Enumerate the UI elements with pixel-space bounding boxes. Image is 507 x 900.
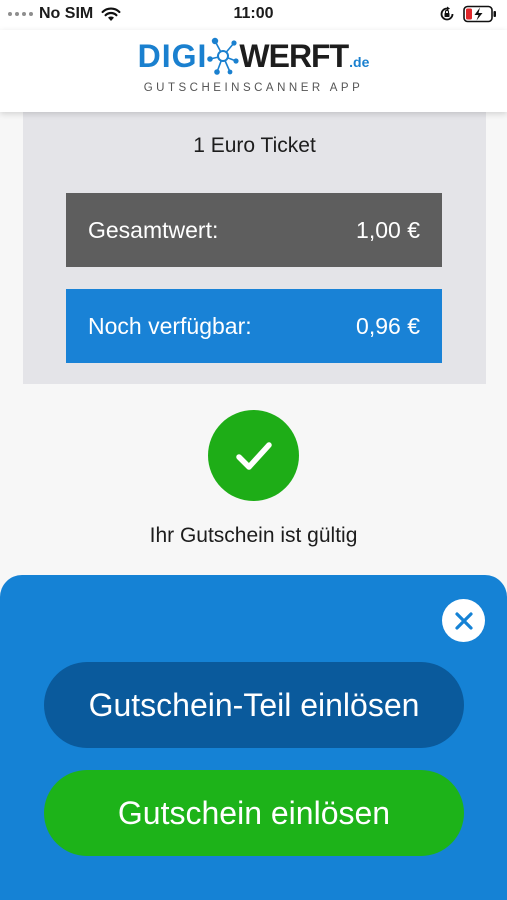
logo: DIGI WERFT .de — [0, 34, 507, 78]
available-value: 0,96 € — [356, 312, 420, 339]
status-right — [439, 5, 497, 23]
valid-status-badge — [208, 410, 299, 501]
voucher-card: 1 Euro Ticket Gesamtwert: 1,00 € Noch ve… — [23, 112, 486, 384]
check-icon — [235, 441, 272, 470]
logo-text-tld: .de — [349, 54, 370, 70]
redeem-button[interactable]: Gutschein einlösen — [44, 770, 464, 856]
validity-message: Ihr Gutschein ist gültig — [149, 524, 358, 547]
total-value: 1,00 € — [356, 216, 420, 243]
network-icon — [207, 37, 239, 75]
action-sheet: Gutschein-Teil einlösen Gutschein einlös… — [0, 575, 507, 900]
available-value-row: Noch verfügbar: 0,96 € — [66, 289, 442, 363]
rotation-lock-icon — [440, 6, 454, 21]
available-label: Noch verfügbar: — [88, 312, 252, 339]
redeem-partial-button[interactable]: Gutschein-Teil einlösen — [44, 662, 464, 748]
clock: 11:00 — [233, 5, 274, 22]
app-subtitle: GUTSCHEINSCANNER APP — [143, 82, 364, 94]
total-label: Gesamtwert: — [88, 216, 219, 243]
close-icon — [454, 611, 473, 630]
total-value-row: Gesamtwert: 1,00 € — [66, 193, 442, 267]
close-button[interactable] — [442, 599, 485, 642]
logo-text-werft: WERFT — [239, 37, 349, 74]
app-header: DIGI WERFT .de GUTSCHEINSCANNER APP — [0, 30, 507, 112]
status-bar: No SIM 11:00 — [0, 0, 507, 30]
voucher-name: 1 Euro Ticket — [193, 134, 316, 157]
logo-text-digi: DIGI — [137, 37, 208, 74]
battery-charging-icon — [463, 5, 496, 23]
